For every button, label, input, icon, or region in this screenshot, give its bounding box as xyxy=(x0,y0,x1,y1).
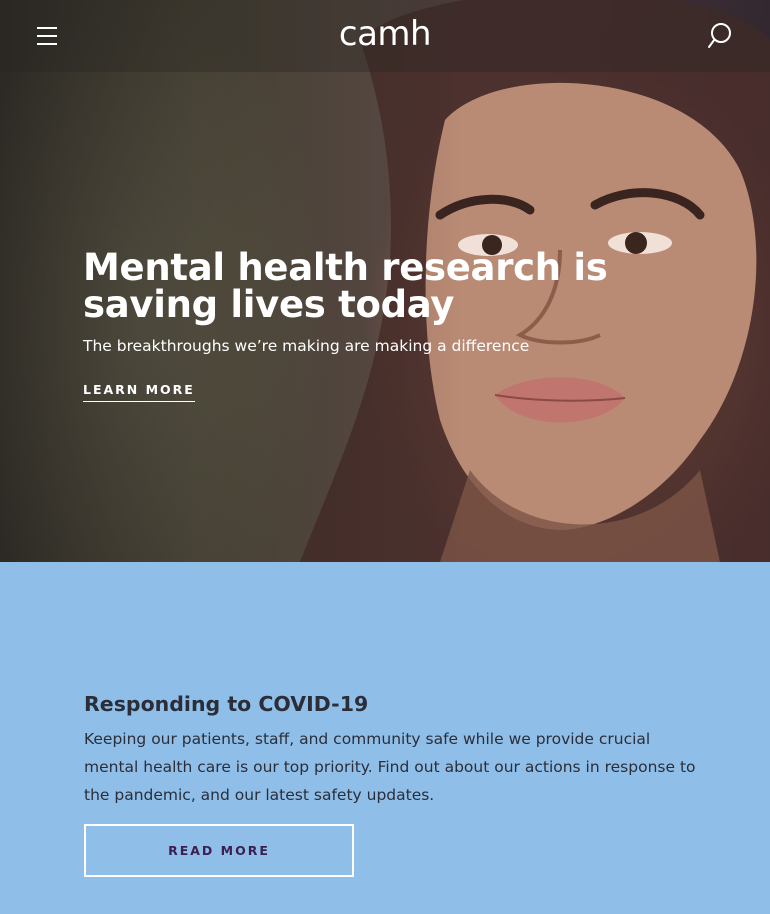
covid-description: Keeping our patients, staff, and communi… xyxy=(84,730,696,804)
covid-section: Responding to COVID-19 Keeping our patie… xyxy=(0,562,770,914)
hero-banner: camh Mental health research is saving li… xyxy=(0,0,770,562)
hero-title: Mental health research is saving lives t… xyxy=(83,246,608,326)
camh-logo[interactable]: camh xyxy=(0,14,770,54)
top-navigation-bar: camh xyxy=(0,0,770,72)
hero-subtitle: The breakthroughs we’re making are makin… xyxy=(83,337,530,355)
search-icon[interactable] xyxy=(706,22,732,50)
covid-title: Responding to COVID-19 xyxy=(84,692,369,716)
learn-more-link[interactable]: LEARN MORE xyxy=(83,382,195,402)
read-more-button[interactable]: READ MORE xyxy=(84,824,354,877)
